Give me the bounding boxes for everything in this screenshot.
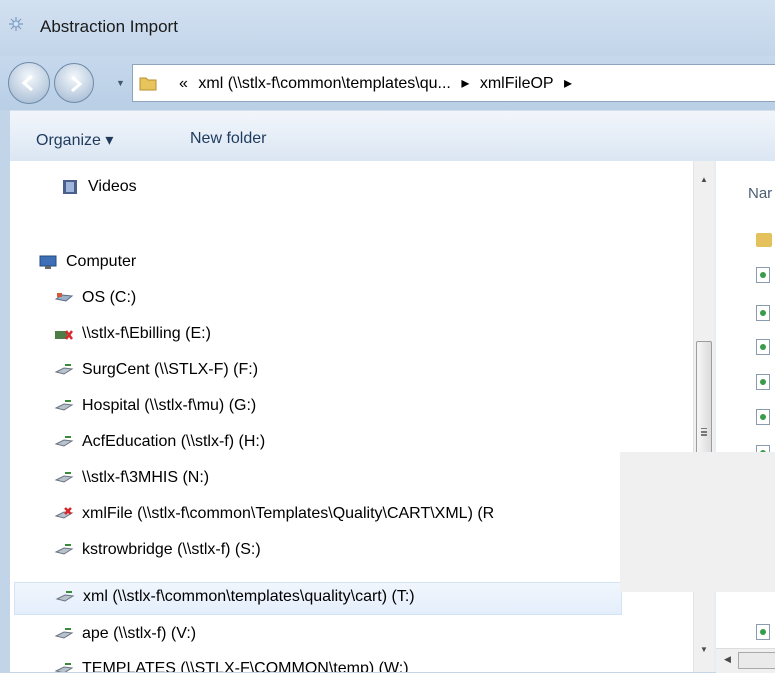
nav-item-label: Hospital (\\stlx-f\mu) (G:): [82, 397, 257, 414]
app-icon: [9, 17, 23, 31]
xml-file-icon[interactable]: [756, 374, 770, 390]
folder-icon: [139, 77, 157, 91]
file-list-pane: Nar: [716, 161, 775, 672]
nav-item-drive-h[interactable]: AcfEducation (\\stlx-f) (H:): [54, 428, 454, 460]
nav-item-drive-r[interactable]: xmlFile (\\stlx-f\common\Templates\Quali…: [54, 500, 693, 532]
overlay-panel: [620, 452, 775, 592]
navigation-bar: ▼ « xml (\\stlx-f\common\templates\qu...…: [0, 56, 775, 110]
scroll-left-arrow-icon[interactable]: ◀: [724, 654, 731, 665]
nav-pane-scrollbar[interactable]: ▲ ▼: [693, 161, 714, 672]
forward-arrow-icon: [71, 75, 83, 93]
column-header-name[interactable]: Nar: [748, 185, 772, 202]
nav-item-drive-f[interactable]: SurgCent (\\STLX-F) (F:): [54, 356, 454, 388]
scrollbar-thumb[interactable]: [738, 652, 775, 669]
nav-item-computer[interactable]: Computer: [38, 248, 338, 280]
xml-file-icon[interactable]: [756, 339, 770, 355]
xml-file-icon[interactable]: [756, 267, 770, 283]
network-drive-icon: [55, 591, 75, 602]
network-drive-icon: [54, 364, 74, 375]
organize-button[interactable]: Organize ▾: [36, 130, 113, 150]
nav-item-label: Computer: [66, 253, 137, 270]
address-bar[interactable]: « xml (\\stlx-f\common\templates\qu... ▸…: [132, 64, 775, 102]
grip-icon: [701, 428, 707, 430]
nav-item-label: SurgCent (\\STLX-F) (F:): [82, 361, 259, 378]
network-drive-icon: [54, 544, 74, 555]
nav-item-label: Videos: [88, 178, 137, 195]
videos-icon: [63, 180, 77, 194]
nav-item-drive-g[interactable]: Hospital (\\stlx-f\mu) (G:): [54, 392, 454, 424]
nav-item-drive-e[interactable]: \\stlx-f\Ebilling (E:): [54, 320, 354, 352]
disconnected-network-drive-icon: [54, 507, 74, 519]
xml-file-icon[interactable]: [756, 409, 770, 425]
network-drive-icon: [54, 436, 74, 447]
nav-item-drive-v[interactable]: ape (\\stlx-f) (V:): [54, 620, 454, 652]
folder-icon[interactable]: [756, 233, 772, 247]
xml-file-icon[interactable]: [756, 305, 770, 321]
nav-item-drive-s[interactable]: kstrowbridge (\\stlx-f) (S:): [54, 536, 454, 568]
nav-item-label: xmlFile (\\stlx-f\common\Templates\Quali…: [82, 505, 495, 522]
dialog-content: Videos Computer OS (C:) \\stlx-f\Ebillin…: [10, 161, 775, 673]
nav-item-label: ape (\\stlx-f) (V:): [82, 625, 197, 642]
network-drive-icon: [54, 628, 74, 639]
nav-item-drive-w[interactable]: TEMPLATES (\\STLX-F\COMMON\temp) (W:): [54, 655, 554, 672]
recent-pages-dropdown-icon[interactable]: ▼: [116, 78, 125, 88]
network-drive-icon: [54, 400, 74, 411]
disconnected-drive-icon: [55, 330, 73, 340]
nav-item-drive-c[interactable]: OS (C:): [54, 284, 354, 316]
window-title: Abstraction Import: [40, 17, 178, 36]
scroll-down-arrow-icon[interactable]: ▼: [700, 645, 708, 654]
title-bar[interactable]: Abstraction Import: [0, 0, 775, 56]
file-pane-horizontal-scrollbar[interactable]: ◀: [716, 648, 775, 673]
scroll-up-arrow-icon[interactable]: ▲: [700, 175, 708, 184]
forward-button[interactable]: [54, 63, 94, 103]
address-overflow-chevron[interactable]: «: [179, 75, 188, 92]
new-folder-button[interactable]: New folder: [190, 130, 266, 148]
local-drive-icon: [54, 293, 74, 302]
breadcrumb-separator[interactable]: ▸: [461, 75, 469, 92]
nav-item-label: \\stlx-f\3MHIS (N:): [82, 469, 210, 486]
nav-item-label: xml (\\stlx-f\common\templates\quality\c…: [83, 588, 415, 605]
nav-item-label: OS (C:): [82, 289, 137, 306]
nav-item-label: AcfEducation (\\stlx-f) (H:): [82, 433, 266, 450]
nav-item-videos[interactable]: Videos: [60, 173, 360, 205]
command-toolbar: Organize ▾ New folder: [10, 110, 775, 162]
computer-icon: [39, 255, 57, 269]
breadcrumb-segment-xmlfileop[interactable]: xmlFileOP: [480, 75, 554, 92]
xml-file-icon[interactable]: [756, 624, 770, 640]
back-arrow-icon: [21, 74, 33, 92]
nav-item-drive-t[interactable]: xml (\\stlx-f\common\templates\quality\c…: [14, 582, 622, 615]
network-drive-icon: [54, 663, 74, 672]
nav-item-label: TEMPLATES (\\STLX-F\COMMON\temp) (W:): [82, 660, 409, 672]
nav-item-label: kstrowbridge (\\stlx-f) (S:): [82, 541, 261, 558]
breadcrumb-segment-xml[interactable]: xml (\\stlx-f\common\templates\qu...: [198, 75, 451, 92]
network-drive-icon: [54, 472, 74, 483]
back-button[interactable]: [8, 62, 50, 104]
breadcrumb-separator[interactable]: ▸: [564, 75, 572, 92]
nav-item-label: \\stlx-f\Ebilling (E:): [82, 325, 211, 342]
navigation-pane: Videos Computer OS (C:) \\stlx-f\Ebillin…: [10, 161, 693, 672]
nav-item-drive-n[interactable]: \\stlx-f\3MHIS (N:): [54, 464, 454, 496]
